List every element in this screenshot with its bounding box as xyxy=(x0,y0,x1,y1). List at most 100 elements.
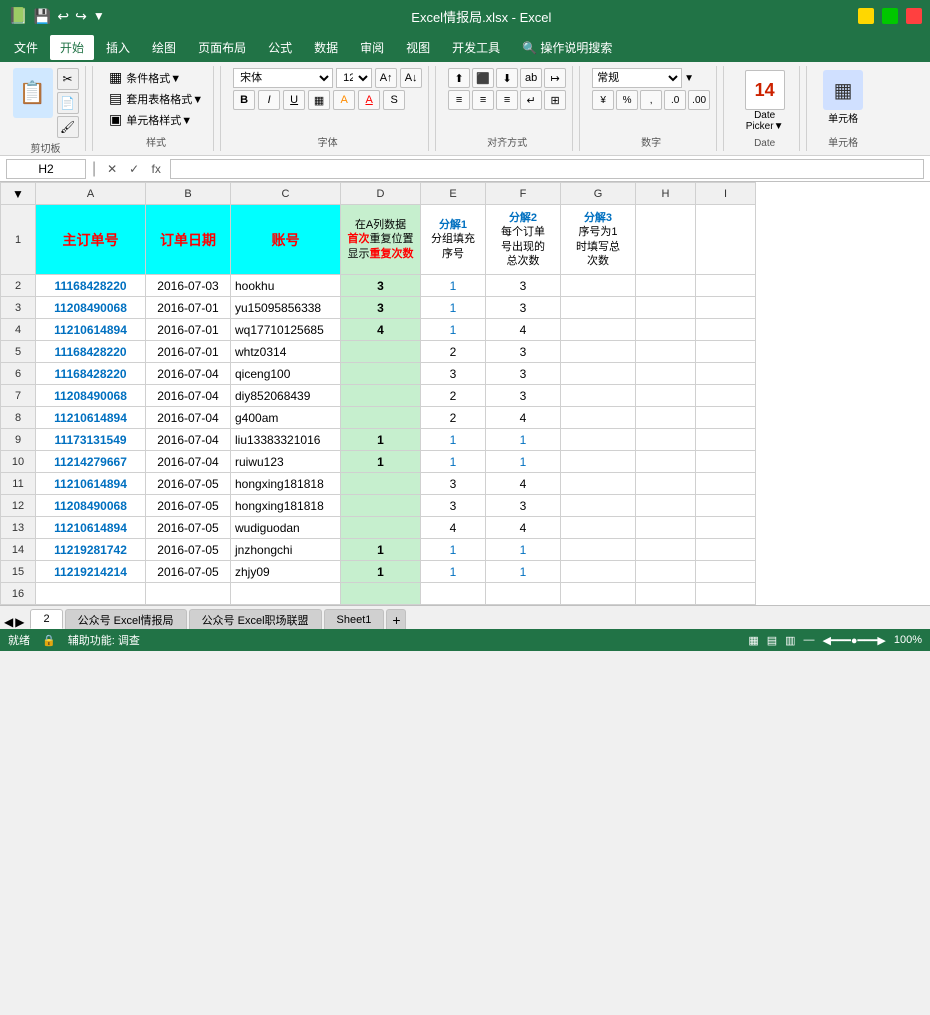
sheet-nav-right-btn[interactable]: ▶ xyxy=(15,615,24,629)
cell-F8[interactable]: 4 xyxy=(486,407,561,429)
cell-F7[interactable]: 3 xyxy=(486,385,561,407)
cell-I2[interactable] xyxy=(696,275,756,297)
cell-F5[interactable]: 3 xyxy=(486,341,561,363)
cell-I13[interactable] xyxy=(696,517,756,539)
sheet-tab-excel-zhichang[interactable]: 公众号 Excel职场联盟 xyxy=(189,609,322,629)
cell-H11[interactable] xyxy=(636,473,696,495)
strikethrough-btn[interactable]: S xyxy=(383,90,405,110)
align-right-btn[interactable]: ≡ xyxy=(496,90,518,110)
cell-D11[interactable] xyxy=(341,473,421,495)
cell-F6[interactable]: 3 xyxy=(486,363,561,385)
cell-I9[interactable] xyxy=(696,429,756,451)
cell-C7[interactable]: diy852068439 xyxy=(231,385,341,407)
cell-B14[interactable]: 2016-07-05 xyxy=(146,539,231,561)
cell-C14[interactable]: jnzhongchi xyxy=(231,539,341,561)
conditional-format-btn[interactable]: ▦ 条件格式▼ xyxy=(105,68,207,87)
cell-A11[interactable]: 11210614894 xyxy=(36,473,146,495)
cell-F16[interactable] xyxy=(486,583,561,605)
cell-D12[interactable] xyxy=(341,495,421,517)
page-layout-view-btn[interactable]: ▤ xyxy=(767,634,777,647)
cell-B1[interactable]: 订单日期 xyxy=(146,205,231,275)
italic-btn[interactable]: I xyxy=(258,90,280,110)
cell-B8[interactable]: 2016-07-04 xyxy=(146,407,231,429)
cell-I12[interactable] xyxy=(696,495,756,517)
sheet-tab-excel-qibao[interactable]: 公众号 Excel情报局 xyxy=(65,609,187,629)
col-header-C[interactable]: C xyxy=(231,183,341,205)
cell-E10[interactable]: 1 xyxy=(421,451,486,473)
copy-button[interactable]: 📄 xyxy=(57,92,79,114)
align-left-btn[interactable]: ≡ xyxy=(448,90,470,110)
cell-F1[interactable]: 分解2 每个订单 号出现的 总次数 xyxy=(486,205,561,275)
cell-H5[interactable] xyxy=(636,341,696,363)
insert-function-btn[interactable]: fx xyxy=(146,159,166,179)
minimize-btn[interactable] xyxy=(858,8,874,24)
cell-G8[interactable] xyxy=(561,407,636,429)
cell-H9[interactable] xyxy=(636,429,696,451)
cell-H10[interactable] xyxy=(636,451,696,473)
cell-A12[interactable]: 11208490068 xyxy=(36,495,146,517)
cell-C11[interactable]: hongxing181818 xyxy=(231,473,341,495)
cell-G1[interactable]: 分解3 序号为1 时填写总 次数 xyxy=(561,205,636,275)
cell-F12[interactable]: 3 xyxy=(486,495,561,517)
sheet-nav-left-btn[interactable]: ◀ xyxy=(4,615,13,629)
cell-C6[interactable]: qiceng100 xyxy=(231,363,341,385)
cell-G16[interactable] xyxy=(561,583,636,605)
cell-A5[interactable]: 11168428220 xyxy=(36,341,146,363)
cell-D3[interactable]: 3 xyxy=(341,297,421,319)
menu-view[interactable]: 视图 xyxy=(396,35,440,60)
cell-C12[interactable]: hongxing181818 xyxy=(231,495,341,517)
menu-review[interactable]: 审阅 xyxy=(350,35,394,60)
format-painter-button[interactable]: 🖌 xyxy=(57,116,79,138)
cell-E3[interactable]: 1 xyxy=(421,297,486,319)
cell-H3[interactable] xyxy=(636,297,696,319)
cell-B13[interactable]: 2016-07-05 xyxy=(146,517,231,539)
cell-B12[interactable]: 2016-07-05 xyxy=(146,495,231,517)
col-header-A[interactable]: A xyxy=(36,183,146,205)
cell-B7[interactable]: 2016-07-04 xyxy=(146,385,231,407)
text-orient-btn[interactable]: ab xyxy=(520,68,542,88)
cell-I6[interactable] xyxy=(696,363,756,385)
cancel-formula-btn[interactable]: ✕ xyxy=(102,159,122,179)
cell-G12[interactable] xyxy=(561,495,636,517)
cell-G11[interactable] xyxy=(561,473,636,495)
cell-E2[interactable]: 1 xyxy=(421,275,486,297)
cell-B16[interactable] xyxy=(146,583,231,605)
cell-I11[interactable] xyxy=(696,473,756,495)
cell-F2[interactable]: 3 xyxy=(486,275,561,297)
font-color-btn[interactable]: A xyxy=(358,90,380,110)
cell-B15[interactable]: 2016-07-05 xyxy=(146,561,231,583)
cell-E11[interactable]: 3 xyxy=(421,473,486,495)
cell-G4[interactable] xyxy=(561,319,636,341)
align-center-btn[interactable]: ≡ xyxy=(472,90,494,110)
decrease-decimal-btn[interactable]: .00 xyxy=(688,90,710,110)
cell-H4[interactable] xyxy=(636,319,696,341)
cell-A14[interactable]: 11219281742 xyxy=(36,539,146,561)
cell-G10[interactable] xyxy=(561,451,636,473)
cell-C15[interactable]: zhjy09 xyxy=(231,561,341,583)
cell-H13[interactable] xyxy=(636,517,696,539)
cell-C16[interactable] xyxy=(231,583,341,605)
cell-A9[interactable]: 11173131549 xyxy=(36,429,146,451)
cell-G5[interactable] xyxy=(561,341,636,363)
cell-reference-box[interactable] xyxy=(6,159,86,179)
cell-A15[interactable]: 11219214214 xyxy=(36,561,146,583)
cell-G14[interactable] xyxy=(561,539,636,561)
cell-C9[interactable]: liu13383321016 xyxy=(231,429,341,451)
border-btn[interactable]: ▦ xyxy=(308,90,330,110)
cell-E5[interactable]: 2 xyxy=(421,341,486,363)
cell-B5[interactable]: 2016-07-01 xyxy=(146,341,231,363)
cell-C8[interactable]: g400am xyxy=(231,407,341,429)
cell-D4[interactable]: 4 xyxy=(341,319,421,341)
cell-C4[interactable]: wq17710125685 xyxy=(231,319,341,341)
col-header-F[interactable]: F xyxy=(486,183,561,205)
menu-home[interactable]: 开始 xyxy=(50,35,94,60)
cell-C13[interactable]: wudiguodan xyxy=(231,517,341,539)
cell-E14[interactable]: 1 xyxy=(421,539,486,561)
col-header-H[interactable]: H xyxy=(636,183,696,205)
cell-A13[interactable]: 11210614894 xyxy=(36,517,146,539)
fill-color-btn[interactable]: A xyxy=(333,90,355,110)
cell-F11[interactable]: 4 xyxy=(486,473,561,495)
cell-E15[interactable]: 1 xyxy=(421,561,486,583)
cell-B11[interactable]: 2016-07-05 xyxy=(146,473,231,495)
cell-E16[interactable] xyxy=(421,583,486,605)
